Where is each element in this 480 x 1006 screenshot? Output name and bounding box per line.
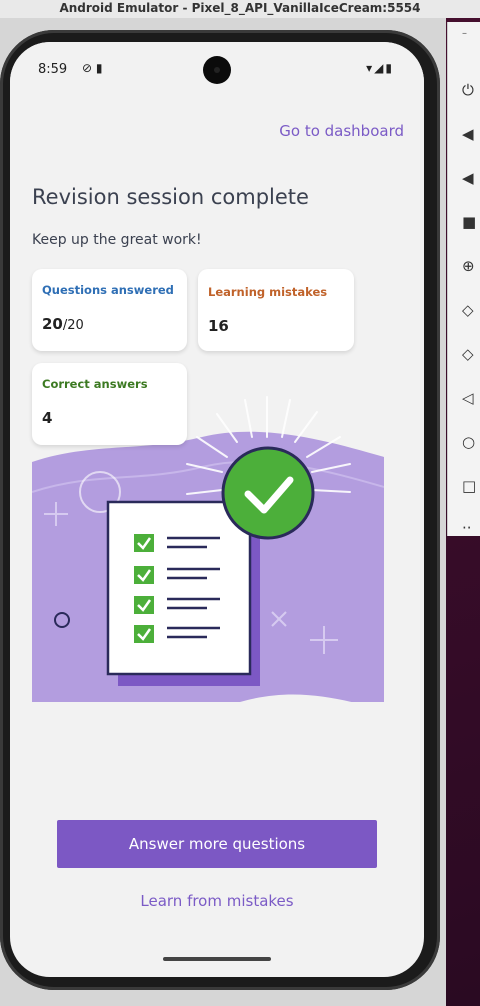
back-icon[interactable]: ◁ [462, 388, 480, 408]
zoom-icon[interactable]: ⊕ [462, 256, 480, 276]
overview-icon[interactable]: □ [462, 476, 480, 496]
questions-answered-card: Questions answered 20/20 [32, 269, 187, 351]
answer-more-questions-button[interactable]: Answer more questions [57, 820, 377, 868]
rotate-right-icon[interactable]: ◇ [462, 344, 480, 364]
correct-answers-label: Correct answers [42, 377, 148, 391]
learn-from-mistakes-button[interactable]: Learn from mistakes [10, 892, 424, 910]
more-icon[interactable]: ·· [462, 518, 480, 538]
volume-up-icon[interactable]: ◀ [462, 124, 480, 144]
volume-down-icon[interactable]: ◀ [462, 168, 480, 188]
minimize-icon[interactable]: – [462, 28, 467, 39]
window-title: Android Emulator - Pixel_8_API_VanillaIc… [0, 0, 480, 18]
rotate-left-icon[interactable]: ◇ [462, 300, 480, 320]
phone-frame: 8:59 ⊘ ▮ ▾◢▮ Go to dashboard Revision se… [0, 30, 440, 990]
questions-answered-value: 20/20 [42, 315, 84, 333]
camera-cutout-icon [203, 56, 231, 84]
camera-icon[interactable]: ■ [462, 212, 480, 232]
gesture-home-bar[interactable] [163, 957, 271, 961]
page-title: Revision session complete [32, 185, 309, 209]
correct-answers-card: Correct answers 4 [32, 363, 187, 445]
questions-answered-label: Questions answered [42, 283, 174, 297]
correct-answers-value: 4 [42, 409, 53, 427]
status-bar: 8:59 ⊘ ▮ ▾◢▮ [10, 42, 424, 92]
learning-mistakes-card: Learning mistakes 16 [198, 269, 354, 351]
phone-screen: 8:59 ⊘ ▮ ▾◢▮ Go to dashboard Revision se… [10, 42, 424, 977]
learning-mistakes-label: Learning mistakes [208, 285, 328, 299]
power-icon[interactable]: ⏻ [462, 80, 480, 100]
page-subtitle: Keep up the great work! [32, 232, 202, 248]
emulator-toolbar: – ⏻ ◀ ◀ ■ ⊕ ◇ ◇ ◁ ○ □ ·· [447, 22, 480, 538]
home-icon[interactable]: ○ [462, 432, 480, 452]
system-status-icons: ▾◢▮ [366, 61, 394, 75]
status-time: 8:59 [38, 62, 68, 77]
learning-mistakes-value: 16 [208, 317, 229, 335]
notification-icons: ⊘ ▮ [82, 61, 103, 75]
go-to-dashboard-link[interactable]: Go to dashboard [279, 122, 404, 140]
